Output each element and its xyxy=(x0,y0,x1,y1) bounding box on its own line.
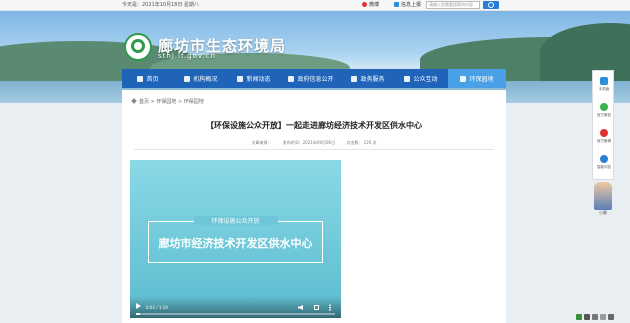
site-url: sthj.lf.gov.cn xyxy=(158,52,216,60)
nav-item-eco-garden[interactable]: 环保园地 xyxy=(448,69,506,88)
report-icon xyxy=(394,2,399,7)
location-icon xyxy=(131,98,137,104)
nav-item-disclosure[interactable]: 政府信息公开 xyxy=(280,69,342,88)
floating-sidebar: 手机版 官方微信 官方微博 智能问答 xyxy=(592,70,614,180)
leaf-icon xyxy=(460,75,467,82)
play-icon[interactable] xyxy=(136,303,141,309)
meta-source: 文章来源： xyxy=(251,140,272,145)
current-date: 今天是：2021年10月18日 星期八 xyxy=(122,2,200,8)
nav-item-services[interactable]: 政务服务 xyxy=(342,69,394,88)
search-input[interactable]: 请输入您需要搜索的内容 xyxy=(426,1,480,9)
contrast-icon[interactable] xyxy=(592,313,598,320)
mascot-image[interactable] xyxy=(594,182,612,210)
nav-label: 环保园地 xyxy=(469,76,494,83)
nav-label: 新闻动态 xyxy=(246,76,271,83)
report-label: 信息上报 xyxy=(401,2,422,8)
video-progress-bar[interactable] xyxy=(136,313,335,315)
breadcrumb-text[interactable]: 首页 > 环保园地 > 环保园地 xyxy=(139,99,204,105)
weibo-link[interactable]: 微博 xyxy=(362,1,379,8)
reader-icon[interactable] xyxy=(600,313,606,320)
search-button[interactable] xyxy=(483,1,499,9)
text-size-icon[interactable] xyxy=(584,313,590,320)
document-icon xyxy=(288,75,295,82)
user-icon xyxy=(600,155,608,163)
nav-label: 机构概况 xyxy=(193,76,218,83)
video-title: 廊坊市经济技术开发区供水中心 xyxy=(158,237,313,250)
meta-views: 点击数： 126 次 xyxy=(346,140,377,145)
nav-item-about[interactable]: 机构概况 xyxy=(174,69,228,88)
article-meta: 文章来源： 发布时间：2021年09月06日 点击数： 126 次 xyxy=(122,140,506,146)
weibo-icon xyxy=(362,2,367,7)
more-options-icon[interactable] xyxy=(329,304,331,311)
banner-mountain xyxy=(540,23,630,83)
article-title: 【环保设施公众开放】一起走进廊坊经济技术开发区供水中心 xyxy=(206,121,422,130)
site-logo[interactable] xyxy=(124,33,152,61)
sidebar-item-wechat[interactable]: 官方微信 xyxy=(593,103,615,118)
main-nav: 首页 机构概况 新闻动态 政府信息公开 政务服务 公众互动 环保园地 xyxy=(122,69,506,88)
video-time: 0:02 / 1:19 xyxy=(146,305,168,310)
globe-icon xyxy=(351,75,358,82)
nav-label: 政府信息公开 xyxy=(297,76,334,83)
news-icon xyxy=(237,75,244,82)
breadcrumb: 首页 > 环保园地 > 环保园地 xyxy=(131,98,204,105)
video-controls: 0:02 / 1:19 xyxy=(130,296,341,318)
wechat-icon xyxy=(600,103,608,111)
share-icon xyxy=(184,75,191,82)
weibo-icon xyxy=(600,129,608,137)
volume-icon[interactable] xyxy=(298,305,303,310)
phone-icon xyxy=(600,77,608,85)
accessibility-icon[interactable] xyxy=(576,313,582,320)
article-card: 首页 > 环保园地 > 环保园地 【环保设施公众开放】一起走进廊坊经济技术开发区… xyxy=(122,90,506,323)
video-player[interactable]: 环保设施公众开放 廊坊市经济技术开发区供水中心 0:02 / 1:19 xyxy=(130,160,341,318)
fullscreen-icon[interactable] xyxy=(314,305,319,310)
nav-label: 公众互动 xyxy=(413,76,438,83)
nav-label: 首页 xyxy=(146,76,159,83)
top-bar: 今天是：2021年10月18日 星期八 微博 信息上报 请输入您需要搜索的内容 xyxy=(0,0,630,11)
sidebar-item-qa[interactable]: 智能问答 xyxy=(593,155,615,170)
sidebar-item-mobile[interactable]: 手机版 xyxy=(593,77,615,92)
mascot-label: 小廊 xyxy=(599,210,607,215)
report-link[interactable]: 信息上报 xyxy=(394,1,421,8)
divider xyxy=(134,149,494,150)
close-icon[interactable] xyxy=(608,313,614,320)
home-icon xyxy=(137,75,144,82)
video-subtitle: 环保设施公众开放 xyxy=(211,218,260,225)
pen-icon xyxy=(404,75,411,82)
nav-item-interaction[interactable]: 公众互动 xyxy=(394,69,448,88)
sidebar-label: 官方微信 xyxy=(597,113,611,117)
nav-label: 政务服务 xyxy=(360,76,385,83)
nav-item-news[interactable]: 新闻动态 xyxy=(228,69,280,88)
sidebar-label: 官方微博 xyxy=(597,139,611,143)
sidebar-item-weibo[interactable]: 官方微博 xyxy=(593,129,615,144)
video-progress-fill xyxy=(136,313,140,315)
meta-time: 发布时间：2021年09月06日 xyxy=(282,140,336,145)
accessibility-toolbar xyxy=(576,312,628,321)
weibo-label: 微博 xyxy=(369,2,380,8)
sidebar-label: 智能问答 xyxy=(597,165,611,169)
nav-item-home[interactable]: 首页 xyxy=(122,69,174,88)
sidebar-label: 手机版 xyxy=(598,87,610,91)
